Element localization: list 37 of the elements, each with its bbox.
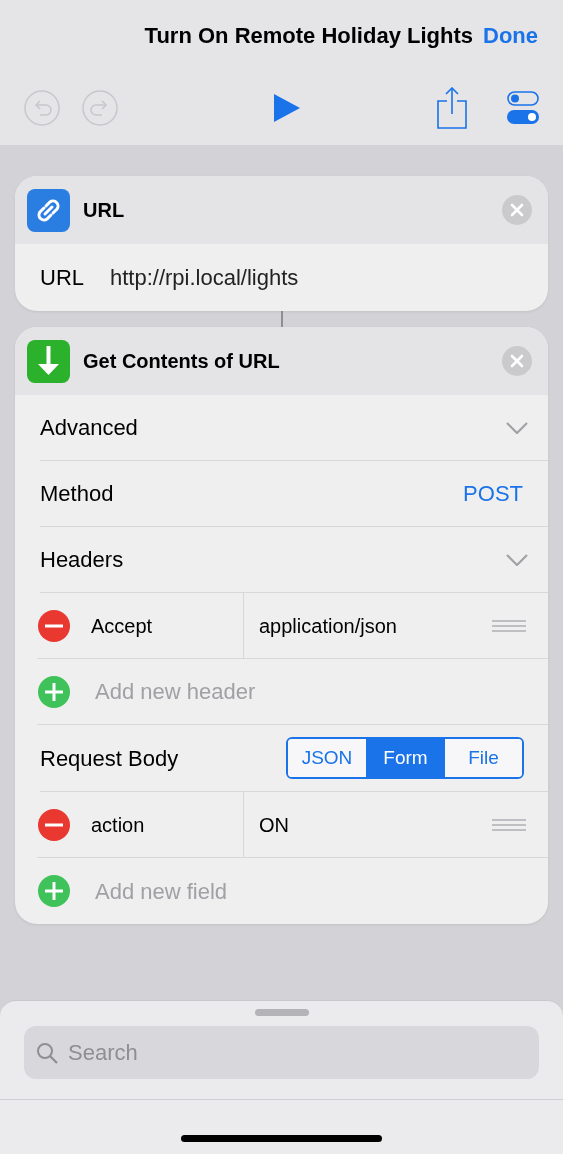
value-field[interactable]: application/json [259, 610, 492, 641]
section-label: Headers [40, 546, 124, 574]
key-field[interactable]: Accept [91, 610, 153, 641]
sheet-grabber[interactable] [254, 1009, 309, 1016]
search-field[interactable]: Search [24, 1026, 539, 1079]
share-icon[interactable] [437, 86, 467, 129]
add-placeholder[interactable]: Add new header [95, 675, 256, 708]
drag-handle-icon[interactable] [492, 818, 526, 831]
close-icon[interactable] [502, 195, 532, 225]
action-title: Get Contents of URL [83, 349, 281, 374]
add-placeholder[interactable]: Add new field [95, 874, 228, 908]
toggles-icon[interactable] [507, 90, 539, 125]
key-field[interactable]: action [91, 809, 145, 840]
shortcut-title: Turn On Remote Holiday Lights [144, 21, 473, 50]
field-label: URL [40, 264, 84, 292]
search-icon [36, 1042, 58, 1064]
chevron-down-icon[interactable] [506, 421, 528, 434]
play-icon[interactable] [272, 92, 301, 123]
section-label: Advanced [40, 414, 138, 442]
chevron-down-icon[interactable] [506, 553, 528, 566]
remove-icon[interactable] [37, 608, 71, 643]
value-field[interactable]: ON [259, 809, 492, 840]
done-button[interactable]: Done [483, 18, 538, 52]
url-field[interactable]: http://rpi.local/lights [110, 261, 299, 294]
request-body-label: Request Body [40, 744, 179, 773]
method-label: Method [40, 480, 114, 508]
remove-icon[interactable] [37, 807, 71, 842]
action-title: URL [83, 198, 126, 223]
segment-tab[interactable]: File [444, 739, 522, 777]
close-icon[interactable] [502, 346, 532, 376]
link-icon [27, 188, 70, 232]
add-icon[interactable] [37, 674, 71, 709]
method-value[interactable]: POST [463, 477, 523, 510]
segment-tab[interactable]: JSON [288, 739, 366, 777]
segment-tab[interactable]: Form [366, 739, 444, 777]
drag-handle-icon[interactable] [492, 619, 526, 632]
add-icon[interactable] [37, 874, 71, 908]
